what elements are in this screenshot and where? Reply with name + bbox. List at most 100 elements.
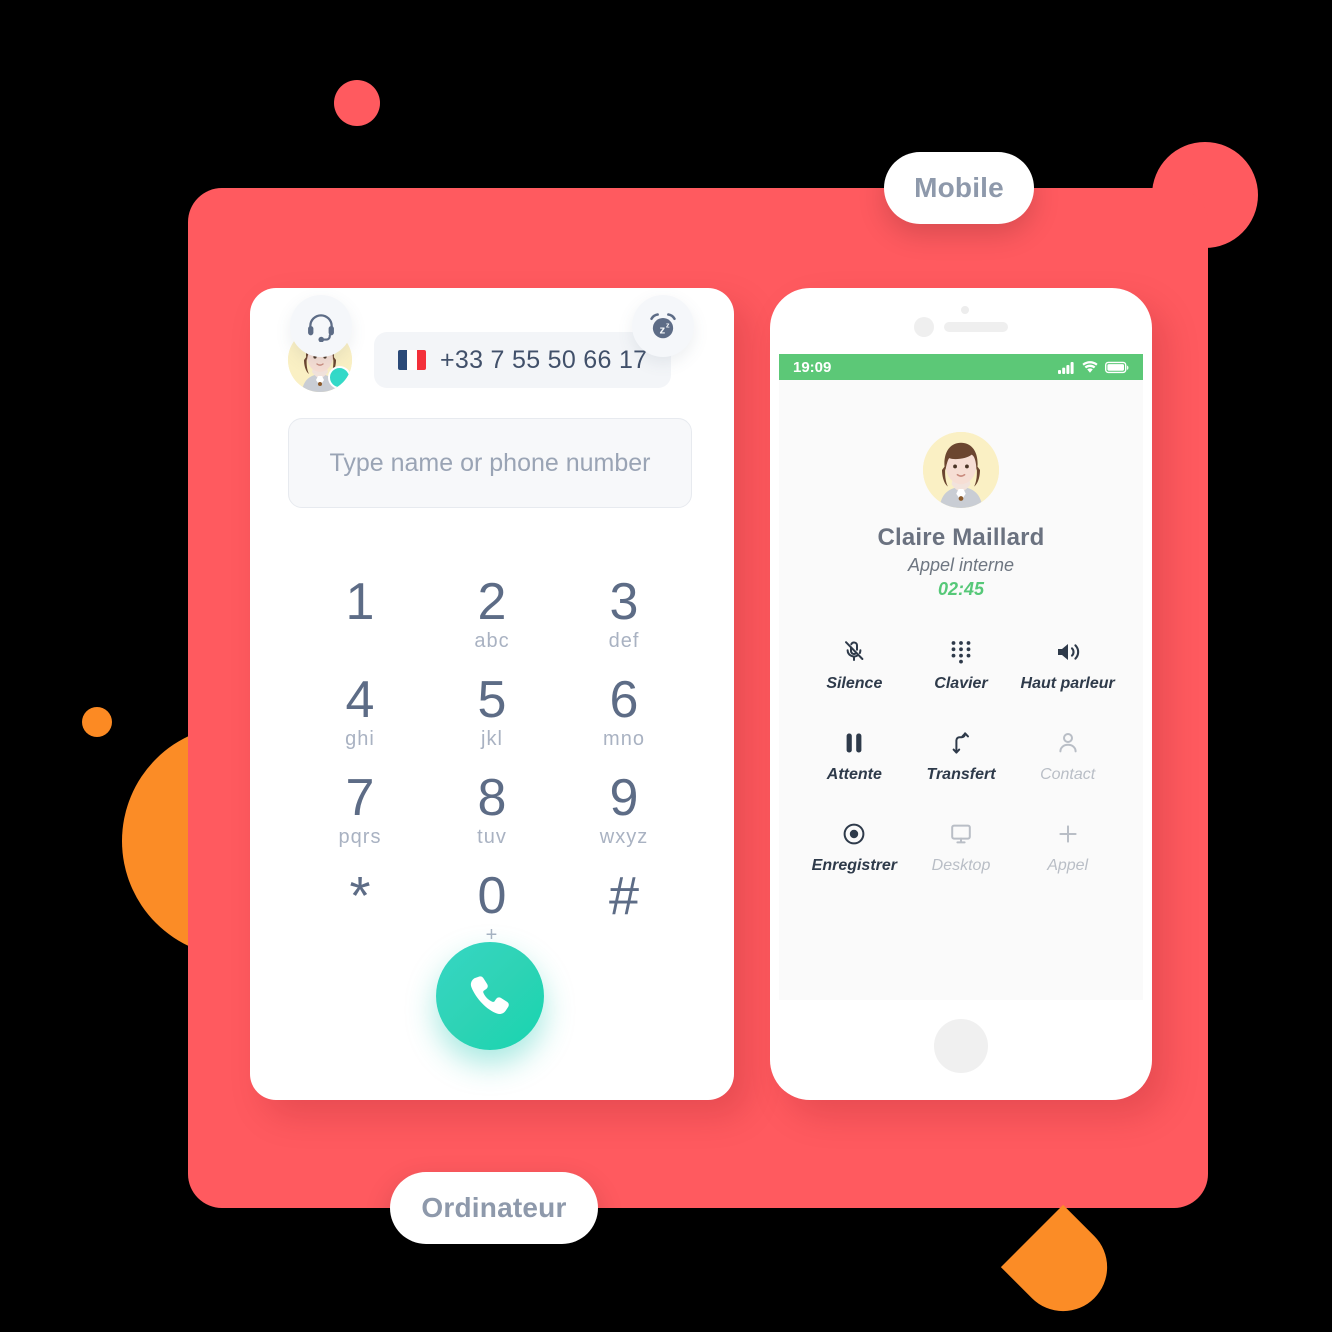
dialpad-letters: pqrs — [338, 826, 382, 848]
decorative-orange-semicircle — [1000, 1204, 1126, 1330]
front-camera-icon — [961, 306, 969, 314]
dialpad-letters: abc — [474, 630, 510, 652]
svg-text:z: z — [666, 321, 670, 330]
control-transfert[interactable]: Transfert — [908, 729, 1015, 784]
call-screen: Claire Maillard Appel interne 02:45 Sile… — [779, 380, 1143, 1072]
call-duration: 02:45 — [937, 579, 985, 599]
control-label: Contact — [1040, 766, 1096, 783]
dialpad-key-4[interactable]: 4 ghi — [294, 672, 426, 752]
dialpad-key-star[interactable]: * — [294, 868, 426, 948]
control-contact[interactable]: Contact — [1014, 729, 1121, 784]
control-label: Enregistrer — [811, 857, 898, 874]
battery-icon — [1105, 361, 1129, 373]
dialpad-key-3[interactable]: 3 def — [558, 574, 690, 654]
person-icon — [1057, 729, 1079, 757]
status-bar-icons — [1058, 360, 1129, 374]
decorative-orange-dot — [82, 707, 112, 737]
plus-icon — [1056, 820, 1080, 848]
search-input[interactable]: Type name or phone number — [288, 418, 692, 508]
control-label: Desktop — [931, 857, 991, 874]
control-haut-parleur[interactable]: Haut parleur — [1014, 638, 1121, 693]
dialpad-digit: 8 — [477, 769, 507, 827]
control-label: Haut parleur — [1020, 675, 1115, 692]
earpiece-speaker — [944, 322, 1008, 332]
dialpad-key-9[interactable]: 9 wxyz — [558, 770, 690, 850]
decorative-red-dot — [334, 80, 380, 126]
dialpad-letters: mno — [603, 728, 645, 750]
dialpad-letters: jkl — [481, 728, 503, 750]
dialpad-letters: ghi — [345, 728, 375, 750]
control-silence[interactable]: Silence — [801, 638, 908, 693]
call-button[interactable] — [436, 942, 544, 1050]
control-label: Silence — [826, 675, 883, 692]
label-mobile: Mobile — [884, 152, 1034, 224]
phone-number-chip[interactable]: +33 7 55 50 66 17 — [374, 332, 672, 388]
control-enregistrer[interactable]: Enregistrer — [801, 820, 908, 875]
flag-france-icon — [398, 350, 426, 370]
dialpad-key-6[interactable]: 6 mno — [558, 672, 690, 752]
dialpad-digit: 7 — [345, 769, 375, 827]
call-type-label: Appel interne — [907, 555, 1015, 575]
headset-icon — [308, 314, 334, 342]
record-icon — [842, 820, 866, 848]
dialpad-digit: 5 — [477, 671, 507, 729]
svg-text:z: z — [660, 324, 666, 336]
dialpad-key-0[interactable]: 0 + — [426, 868, 558, 948]
control-attente[interactable]: Attente — [801, 729, 908, 784]
alarm-snooze-icon: z z — [650, 313, 676, 339]
dialpad-digit: # — [608, 866, 640, 926]
control-label: Transfert — [926, 766, 996, 783]
dialpad: 1 2 abc 3 def 4 ghi 5 jkl 6 mno 7 pqrs 8 tuv 9w… — [294, 574, 690, 948]
control-label: Attente — [826, 766, 882, 783]
dialpad-digit: 2 — [477, 573, 507, 631]
cellular-signal-icon — [1058, 361, 1074, 374]
mic-off-icon — [842, 638, 866, 666]
phone-number-text: +33 7 55 50 66 17 — [440, 345, 648, 374]
label-mobile-text: Mobile — [914, 172, 1004, 203]
dialpad-key-8[interactable]: 8 tuv — [426, 770, 558, 850]
dialpad-icon — [950, 638, 972, 666]
dialpad-digit: 3 — [609, 573, 639, 631]
illustration-canvas: +33 7 55 50 66 17 Type name or phone num… — [0, 0, 1332, 1332]
dialpad-letters: tuv — [477, 826, 507, 848]
monitor-icon — [949, 820, 973, 848]
control-desktop[interactable]: Desktop — [908, 820, 1015, 875]
phone-notch — [770, 306, 1152, 340]
status-bar: 19:09 — [779, 354, 1143, 380]
wifi-icon — [1082, 360, 1098, 373]
pause-icon — [843, 729, 865, 757]
online-status-dot — [328, 366, 351, 389]
snooze-button[interactable]: z z — [632, 295, 694, 357]
dialpad-key-1[interactable]: 1 — [294, 574, 426, 654]
dialpad-key-2[interactable]: 2 abc — [426, 574, 558, 654]
dialpad-letters: def — [608, 630, 640, 652]
call-controls-grid: Silence Clavier Haut parleur Attente Tra… — [801, 638, 1121, 875]
label-ordinateur: Ordinateur — [390, 1172, 598, 1244]
dialpad-digit: 9 — [609, 769, 639, 827]
control-appel[interactable]: Appel — [1014, 820, 1121, 875]
status-bar-time: 19:09 — [793, 358, 832, 376]
control-clavier[interactable]: Clavier — [908, 638, 1015, 693]
dialpad-digit: * — [349, 866, 371, 926]
label-ordinateur-text: Ordinateur — [421, 1192, 567, 1223]
caller-info: Claire Maillard Appel interne 02:45 — [779, 432, 1143, 600]
sensor-icon — [914, 317, 934, 337]
dialpad-key-7[interactable]: 7 pqrs — [294, 770, 426, 850]
caller-avatar — [923, 432, 999, 508]
control-label: Appel — [1047, 857, 1089, 874]
headset-button[interactable] — [290, 295, 352, 357]
dialpad-key-5[interactable]: 5 jkl — [426, 672, 558, 752]
dialpad-letters: wxyz — [599, 826, 649, 848]
search-placeholder: Type name or phone number — [329, 448, 651, 477]
dialpad-digit: 4 — [345, 671, 375, 729]
phone-icon — [470, 976, 509, 1015]
dialpad-key-hash[interactable]: # — [558, 868, 690, 948]
home-button[interactable] — [934, 1018, 988, 1073]
dialpad-digit: 0 — [477, 867, 507, 925]
caller-name: Claire Maillard — [877, 524, 1045, 551]
dialpad-digit: 6 — [609, 671, 639, 729]
control-label: Clavier — [934, 675, 988, 692]
mobile-phone-card: 19:09 Claire Maillard Appel interne 02:4… — [770, 288, 1152, 1100]
speaker-icon — [1055, 638, 1081, 666]
dialpad-digit: 1 — [345, 573, 375, 631]
